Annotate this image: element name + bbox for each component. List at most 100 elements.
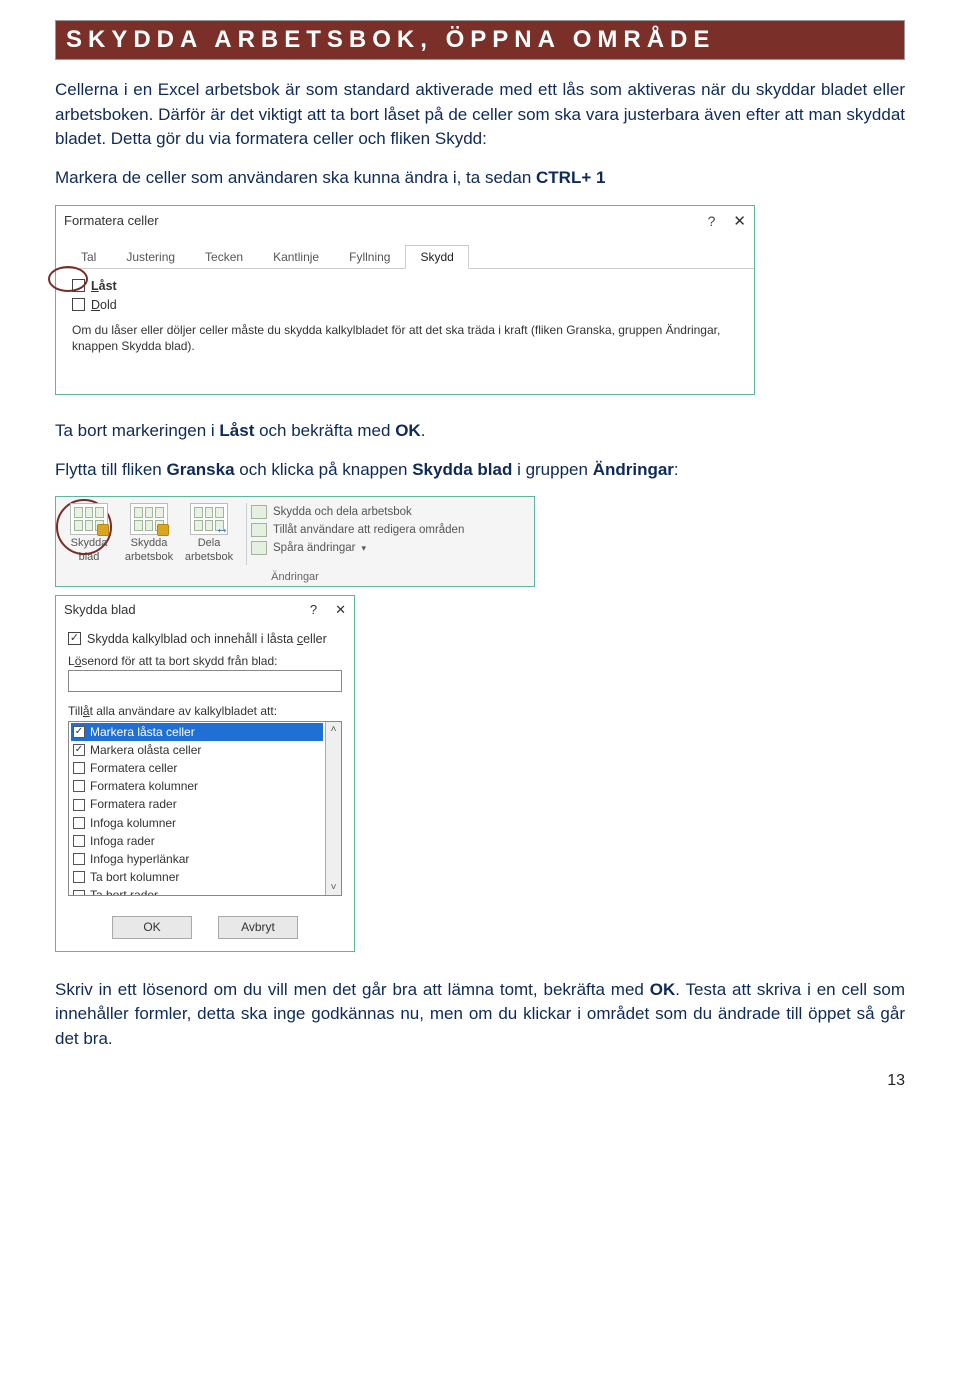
p4-mid2: i gruppen — [512, 460, 592, 479]
protect-main-checkbox[interactable]: ✓ Skydda kalkylblad och innehåll i låsta… — [68, 632, 342, 646]
list-item-label: Markera låsta celler — [90, 724, 195, 740]
hidden-checkbox-row[interactable]: Dold — [72, 298, 738, 312]
p4-pre: Flytta till fliken — [55, 460, 166, 479]
locked-label: Låst — [91, 279, 117, 293]
protect-share-icon — [251, 505, 267, 519]
close-icon[interactable]: ✕ — [335, 602, 346, 618]
protect-sheet-dialog: Skydda blad ? ✕ ✓ Skydda kalkylblad och … — [55, 595, 355, 952]
checkbox-icon[interactable] — [73, 871, 85, 883]
p3-pre: Ta bort markeringen i — [55, 421, 219, 440]
cancel-button[interactable]: Avbryt — [218, 916, 298, 939]
checkbox-icon[interactable] — [72, 279, 85, 292]
tab-tal[interactable]: Tal — [66, 245, 111, 269]
track-changes-button[interactable]: Spåra ändringar ▾ — [251, 541, 464, 555]
p3-end: . — [421, 421, 426, 440]
close-icon[interactable]: ✕ — [733, 212, 746, 230]
track-changes-icon — [251, 541, 267, 555]
list-item-label: Ta bort rader — [90, 887, 158, 894]
list-item[interactable]: Formatera kolumner — [71, 777, 323, 795]
p4-b2: Skydda blad — [412, 460, 512, 479]
tab-fyllning[interactable]: Fyllning — [334, 245, 405, 269]
ribbon-group-label: Ändringar — [56, 569, 534, 586]
tab-kantlinje[interactable]: Kantlinje — [258, 245, 334, 269]
checkbox-icon[interactable] — [73, 817, 85, 829]
paragraph-5: Skriv in ett lösenord om du vill men det… — [55, 978, 905, 1052]
tab-tecken[interactable]: Tecken — [190, 245, 258, 269]
paragraph-2: Markera de celler som användaren ska kun… — [55, 166, 905, 191]
p3-b1: Låst — [219, 421, 254, 440]
info-text: Om du låser eller döljer celler måste du… — [72, 322, 738, 354]
list-item[interactable]: Formatera rader — [71, 795, 323, 813]
protect-workbook-button[interactable]: Skyddaarbetsbok — [122, 503, 176, 565]
list-item-label: Markera olåsta celler — [90, 742, 201, 758]
dialog-tabs: Tal Justering Tecken Kantlinje Fyllning … — [56, 244, 754, 269]
checkbox-icon[interactable] — [73, 890, 85, 895]
tab-justering[interactable]: Justering — [111, 245, 190, 269]
protect-main-label: Skydda kalkylblad och innehåll i låsta c… — [87, 632, 327, 646]
checkbox-icon[interactable] — [73, 853, 85, 865]
list-item[interactable]: Infoga rader — [71, 832, 323, 850]
permissions-label: Tillåt alla användare av kalkylbladet at… — [68, 704, 342, 718]
checkbox-icon[interactable] — [72, 298, 85, 311]
list-item[interactable]: Ta bort kolumner — [71, 868, 323, 886]
help-icon[interactable]: ? — [708, 213, 716, 229]
share-workbook-button[interactable]: ↔ Delaarbetsbok — [182, 503, 236, 565]
p2-bold: CTRL+ 1 — [536, 168, 605, 187]
checkbox-icon[interactable] — [73, 799, 85, 811]
p4-mid: och klicka på knappen — [235, 460, 413, 479]
ok-button[interactable]: OK — [112, 916, 192, 939]
list-item[interactable]: Formatera celler — [71, 759, 323, 777]
protect-sheet-button[interactable]: Skyddablad — [62, 503, 116, 565]
page-number: 13 — [55, 1072, 905, 1090]
paragraph-3: Ta bort markeringen i Låst och bekräfta … — [55, 419, 905, 444]
protect-share-button[interactable]: Skydda och dela arbetsbok — [251, 505, 464, 519]
list-item-label: Formatera celler — [90, 760, 177, 776]
checkbox-icon[interactable]: ✓ — [68, 632, 81, 645]
checkbox-icon[interactable] — [73, 780, 85, 792]
list-item[interactable]: ✓ Markera olåsta celler — [71, 741, 323, 759]
list-item-label: Infoga hyperlänkar — [90, 851, 189, 867]
scrollbar[interactable]: ˄ ˅ — [325, 722, 341, 895]
checkbox-icon[interactable]: ✓ — [73, 744, 85, 756]
password-label: Lösenord för att ta bort skydd från blad… — [68, 654, 342, 668]
list-item[interactable]: Ta bort rader — [71, 886, 323, 894]
p3-b2: OK — [395, 421, 421, 440]
sheet-lock-icon — [70, 503, 108, 535]
allow-edit-ranges-button[interactable]: Tillåt användare att redigera områden — [251, 523, 464, 537]
password-input[interactable] — [68, 670, 342, 692]
allow-edit-icon — [251, 523, 267, 537]
p4-end: : — [674, 460, 679, 479]
hidden-label: Dold — [91, 298, 117, 312]
permissions-list[interactable]: ✓ Markera låsta celler ✓ Markera olåsta cel… — [68, 721, 342, 896]
locked-checkbox-row[interactable]: Låst — [72, 279, 738, 293]
share-icon: ↔ — [190, 503, 228, 535]
dialog-titlebar: Skydda blad ? ✕ — [56, 596, 354, 624]
scroll-down-icon[interactable]: ˅ — [331, 882, 337, 893]
dialog-title: Skydda blad — [64, 602, 136, 617]
scroll-up-icon[interactable]: ˄ — [331, 724, 337, 735]
paragraph-1: Cellerna i en Excel arbetsbok är som sta… — [55, 78, 905, 152]
dialog-title: Formatera celler — [64, 213, 159, 228]
list-item[interactable]: Infoga kolumner — [71, 814, 323, 832]
ribbon-changes-group: Skyddablad Skyddaarbetsbok ↔ Delaarbetsb… — [55, 496, 535, 587]
list-item-label: Formatera rader — [90, 796, 177, 812]
checkbox-icon[interactable]: ✓ — [73, 726, 85, 738]
checkbox-icon[interactable] — [73, 762, 85, 774]
format-cells-dialog: Formatera celler ? ✕ Tal Justering Tecke… — [55, 205, 755, 395]
help-icon[interactable]: ? — [310, 602, 317, 617]
p5-b1: OK — [650, 980, 676, 999]
list-item[interactable]: Infoga hyperlänkar — [71, 850, 323, 868]
tab-body: Låst Dold Om du låser eller döljer celle… — [56, 269, 754, 394]
paragraph-4: Flytta till fliken Granska och klicka på… — [55, 458, 905, 483]
list-item-label: Formatera kolumner — [90, 778, 198, 794]
dialog-titlebar: Formatera celler ? ✕ — [56, 206, 754, 240]
p2-pre: Markera de celler som användaren ska kun… — [55, 168, 536, 187]
p4-b3: Ändringar — [593, 460, 674, 479]
page-heading: SKYDDA ARBETSBOK, ÖPPNA OMRÅDE — [55, 20, 905, 60]
list-item-label: Infoga rader — [90, 833, 155, 849]
list-item-label: Ta bort kolumner — [90, 869, 179, 885]
checkbox-icon[interactable] — [73, 835, 85, 847]
p5-pre: Skriv in ett lösenord om du vill men det… — [55, 980, 650, 999]
tab-skydd[interactable]: Skydd — [405, 245, 468, 269]
list-item[interactable]: ✓ Markera låsta celler — [71, 723, 323, 741]
